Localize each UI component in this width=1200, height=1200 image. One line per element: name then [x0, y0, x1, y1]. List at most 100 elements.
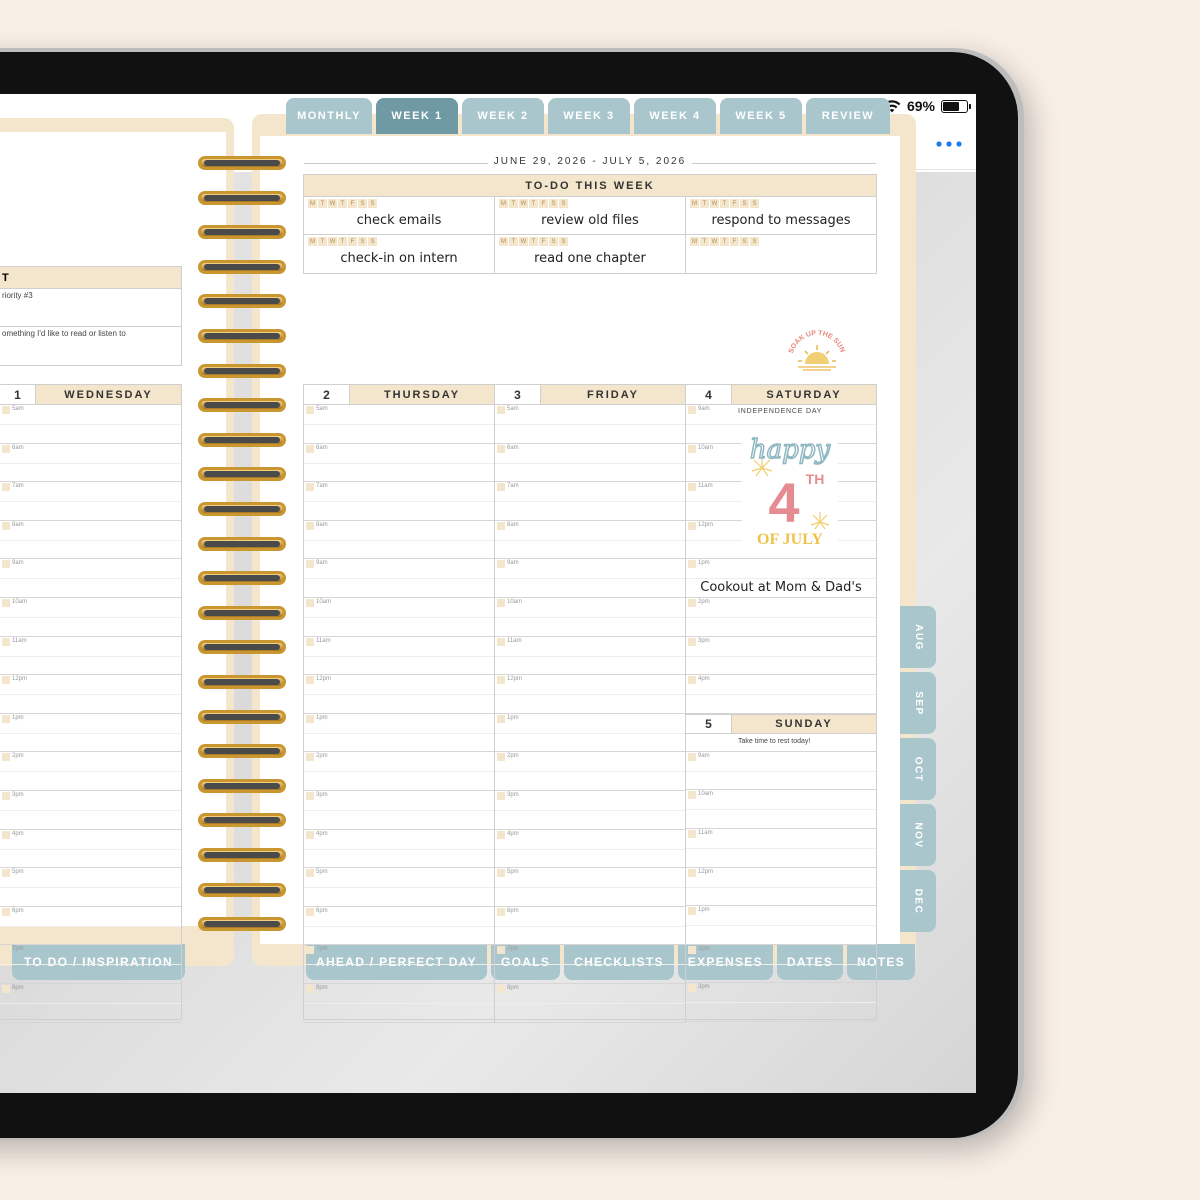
time-slot[interactable]: 11am [495, 637, 685, 676]
time-slot[interactable]: 8am [0, 521, 181, 560]
weekday-checkbox[interactable]: W [710, 237, 719, 246]
more-button[interactable] [935, 130, 963, 158]
weekday-checkbox[interactable]: T [318, 237, 327, 246]
time-slot[interactable]: 5pm [0, 868, 181, 907]
weekday-checkbox[interactable]: M [499, 237, 508, 246]
time-slot[interactable]: 12pm [304, 675, 494, 714]
time-slot[interactable]: 10am [0, 598, 181, 637]
todo-item[interactable]: M T W T F S Sread one chapter [495, 235, 686, 273]
weekday-checkbox[interactable]: S [740, 237, 749, 246]
time-slot[interactable]: 7am [0, 482, 181, 521]
tab-monthly[interactable]: MONTHLY [286, 98, 372, 134]
tab-oct[interactable]: OCT [900, 738, 936, 800]
time-slot[interactable]: 3pm [686, 983, 876, 1022]
time-slot[interactable]: 7pm [495, 945, 685, 984]
time-slot[interactable]: 10am [304, 598, 494, 637]
time-slot[interactable]: 5pm [495, 868, 685, 907]
weekday-checkbox[interactable]: F [539, 199, 548, 208]
time-slot[interactable]: 4pm [495, 830, 685, 869]
time-slot[interactable]: 2pm [686, 598, 876, 637]
time-slot[interactable]: 6pm [495, 907, 685, 946]
time-slot[interactable]: 8pm [304, 984, 494, 1023]
weekday-checkbox[interactable]: M [690, 237, 699, 246]
time-slot[interactable]: 7pm [304, 945, 494, 984]
time-slot[interactable]: 6am [304, 444, 494, 483]
time-slot[interactable]: 10am [686, 790, 876, 829]
todo-item[interactable]: M T W T F S Sreview old files [495, 197, 686, 235]
time-slot[interactable]: 6am [495, 444, 685, 483]
time-slot[interactable]: 1pm [686, 906, 876, 945]
time-slot[interactable]: 11am [686, 829, 876, 868]
time-slot[interactable]: 4pm [0, 830, 181, 869]
weekday-checkbox[interactable]: T [700, 237, 709, 246]
time-slot[interactable]: 6pm [304, 907, 494, 946]
weekday-checkbox[interactable]: S [549, 199, 558, 208]
time-slot[interactable]: 10am [495, 598, 685, 637]
weekday-checkbox[interactable]: S [358, 199, 367, 208]
tab-review[interactable]: REVIEW [806, 98, 890, 134]
tab-sep[interactable]: SEP [900, 672, 936, 734]
time-slot[interactable]: 2pm [495, 752, 685, 791]
time-slot[interactable]: 6am [0, 444, 181, 483]
time-slot[interactable]: 9am [304, 559, 494, 598]
tab-week-3[interactable]: WEEK 3 [548, 98, 630, 134]
weekday-checkbox[interactable]: T [700, 199, 709, 208]
weekday-checkbox[interactable]: W [710, 199, 719, 208]
saturday-event[interactable]: Cookout at Mom & Dad's [686, 580, 876, 595]
weekday-checkbox[interactable]: S [559, 199, 568, 208]
time-slot[interactable]: 11am [304, 637, 494, 676]
weekday-checkbox[interactable]: M [499, 199, 508, 208]
time-slot[interactable]: 1pm [0, 714, 181, 753]
weekday-checkbox[interactable]: S [549, 237, 558, 246]
time-slot[interactable]: 12pm [0, 675, 181, 714]
tab-week-5[interactable]: WEEK 5 [720, 98, 802, 134]
todo-item[interactable]: M T W T F S Srespond to messages [686, 197, 876, 235]
time-slot[interactable]: 4pm [304, 830, 494, 869]
weekday-checkbox[interactable]: T [720, 199, 729, 208]
weekday-checkbox[interactable]: T [338, 199, 347, 208]
time-slot[interactable]: 9am [495, 559, 685, 598]
time-slot[interactable]: 4pm [686, 675, 876, 714]
weekday-checkbox[interactable]: S [358, 237, 367, 246]
weekday-checkbox[interactable]: F [730, 237, 739, 246]
time-slot[interactable]: 12pm [495, 675, 685, 714]
time-slot[interactable]: 3pm [495, 791, 685, 830]
time-slot[interactable]: 7am [304, 482, 494, 521]
weekday-checkbox[interactable]: W [519, 199, 528, 208]
todo-item[interactable]: M T W T F S Scheck emails [304, 197, 495, 235]
weekday-checkbox[interactable]: S [559, 237, 568, 246]
time-slot[interactable]: 7am [495, 482, 685, 521]
time-slot[interactable]: 2pm [0, 752, 181, 791]
time-slot[interactable]: 8pm [0, 984, 181, 1023]
weekday-checkbox[interactable]: S [750, 237, 759, 246]
weekday-checkbox[interactable]: F [730, 199, 739, 208]
weekday-checkbox[interactable]: M [308, 237, 317, 246]
tab-week-1[interactable]: WEEK 1 [376, 98, 458, 134]
weekday-checkbox[interactable]: W [328, 237, 337, 246]
weekday-checkbox[interactable]: F [539, 237, 548, 246]
time-slot[interactable]: 8pm [495, 984, 685, 1023]
tab-dec[interactable]: DEC [900, 870, 936, 932]
weekday-checkbox[interactable]: T [338, 237, 347, 246]
weekday-checkbox[interactable]: S [740, 199, 749, 208]
weekday-checkbox[interactable]: T [509, 199, 518, 208]
todo-item[interactable]: MTWTFSS [686, 235, 876, 273]
time-slot[interactable]: 5am [304, 405, 494, 444]
tab-aug[interactable]: AUG [900, 606, 936, 668]
weekday-checkbox[interactable]: T [529, 237, 538, 246]
time-slot[interactable]: 1pm [495, 714, 685, 753]
time-slot[interactable]: 3pm [0, 791, 181, 830]
weekday-checkbox[interactable]: S [368, 237, 377, 246]
time-slot[interactable]: 9am [0, 559, 181, 598]
weekday-checkbox[interactable]: T [529, 199, 538, 208]
weekday-checkbox[interactable]: W [519, 237, 528, 246]
time-slot[interactable]: 2pm [304, 752, 494, 791]
time-slot[interactable]: 8am [304, 521, 494, 560]
time-slot[interactable]: 5am [495, 405, 685, 444]
time-slot[interactable]: 5am [0, 405, 181, 444]
weekday-checkbox[interactable]: F [348, 199, 357, 208]
time-slot[interactable]: 3pm [686, 637, 876, 676]
tab-nov[interactable]: NOV [900, 804, 936, 866]
time-slot[interactable]: 8am [495, 521, 685, 560]
time-slot[interactable]: 7pm [0, 945, 181, 984]
